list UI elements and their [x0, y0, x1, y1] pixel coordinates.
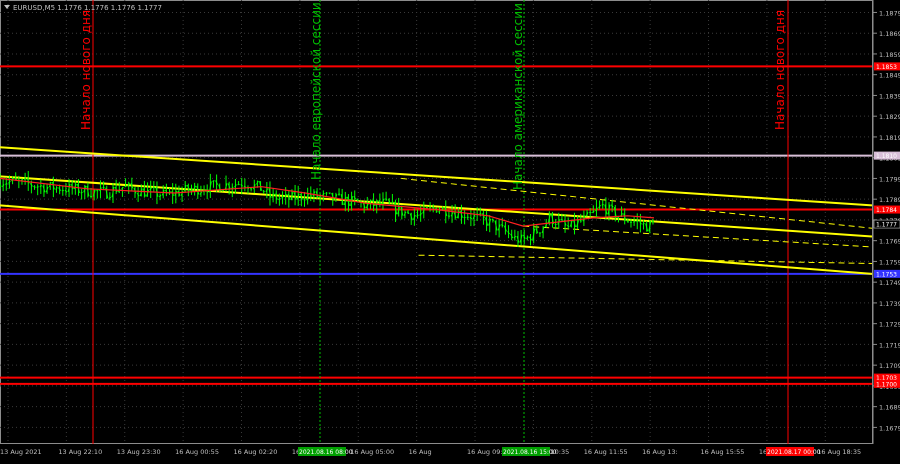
level-price-label: 1.1784	[876, 207, 897, 214]
candle-body	[479, 213, 481, 214]
y-tick-label: 1.1789	[879, 196, 900, 204]
y-tick-label: 1.1819	[879, 134, 900, 142]
x-tick-label: 16 Aug 15:55	[701, 448, 745, 456]
y-tick-label: 1.1759	[879, 258, 900, 266]
x-tick-label: 16 Aug 11:55	[584, 448, 628, 456]
level-price-label: 1.1700	[876, 381, 897, 388]
y-tick-label: 1.1769	[879, 238, 900, 246]
american-session-label: Начало американской сессии	[511, 3, 525, 190]
y-tick-label: 1.1839	[879, 92, 900, 100]
time-marker-label: 2021.08.16 15:00	[503, 449, 557, 456]
time-axis: 13 Aug 2021 13 Aug 22:10 13 Aug 23:30 16 Au…	[0, 447, 861, 456]
x-tick-label: 13 Aug 23:30	[117, 448, 161, 456]
y-tick-label: 1.1739	[879, 300, 900, 308]
y-tick-label: 1.1869	[879, 30, 900, 38]
candle-body	[385, 199, 387, 200]
y-tick-label: 1.1709	[879, 362, 900, 370]
candle-body	[250, 189, 252, 190]
y-tick-label: 1.1719	[879, 341, 900, 349]
candle-body	[636, 221, 638, 222]
price-chart[interactable]: 1.1879 1.1869 1.1859 1.1849 1.1839 1.1829 1.18…	[0, 0, 900, 460]
x-tick-label: 16 Aug 05:00	[350, 448, 394, 456]
candle-body	[304, 200, 306, 201]
x-tick-label: 16 Aug 02:20	[234, 448, 278, 456]
european-session-label: Начало европейской сессии	[309, 2, 323, 180]
y-tick-label: 1.1859	[879, 51, 900, 59]
time-marker-label: 2021.08.17 00:00	[767, 449, 821, 456]
level-price-label: 1.1810	[876, 153, 897, 160]
y-tick-label: 1.1829	[879, 113, 900, 121]
level-price-label: 1.1853	[876, 64, 897, 71]
y-tick-label: 1.1679	[879, 424, 900, 432]
y-tick-label: 1.1729	[879, 321, 900, 329]
y-tick-label: 1.1879	[879, 9, 900, 17]
x-tick-label: 16 Aug 18:35	[817, 448, 861, 456]
chart-window[interactable]: 1.1879 1.1869 1.1859 1.1849 1.1839 1.1829 1.18…	[0, 0, 900, 460]
x-tick-label: 16 Aug 00:55	[175, 448, 219, 456]
new-day-label-right: Начало нового дня	[773, 10, 787, 130]
new-day-label-left: Начало нового дня	[79, 10, 93, 130]
y-tick-label: 1.1689	[879, 404, 900, 412]
y-tick-label: 1.1849	[879, 72, 900, 80]
candle-body	[602, 205, 604, 206]
y-tick-label: 1.1749	[879, 279, 900, 287]
current-price-label: 1.1777	[876, 222, 897, 229]
x-tick-label: 13 Aug 2021	[0, 448, 42, 456]
x-tick-label: 13 Aug 22:10	[58, 448, 102, 456]
candle-body	[81, 192, 83, 193]
level-price-label: 1.1753	[876, 271, 897, 278]
candle-body	[429, 207, 431, 208]
y-tick-label: 1.1799	[879, 175, 900, 183]
time-marker-label: 2021.08.16 08:00	[299, 449, 353, 456]
candle-body	[555, 224, 557, 225]
x-tick-label: 16 Aug	[409, 448, 432, 456]
x-tick-label: 16 Aug 13:	[642, 448, 678, 456]
candle-body	[37, 187, 39, 188]
